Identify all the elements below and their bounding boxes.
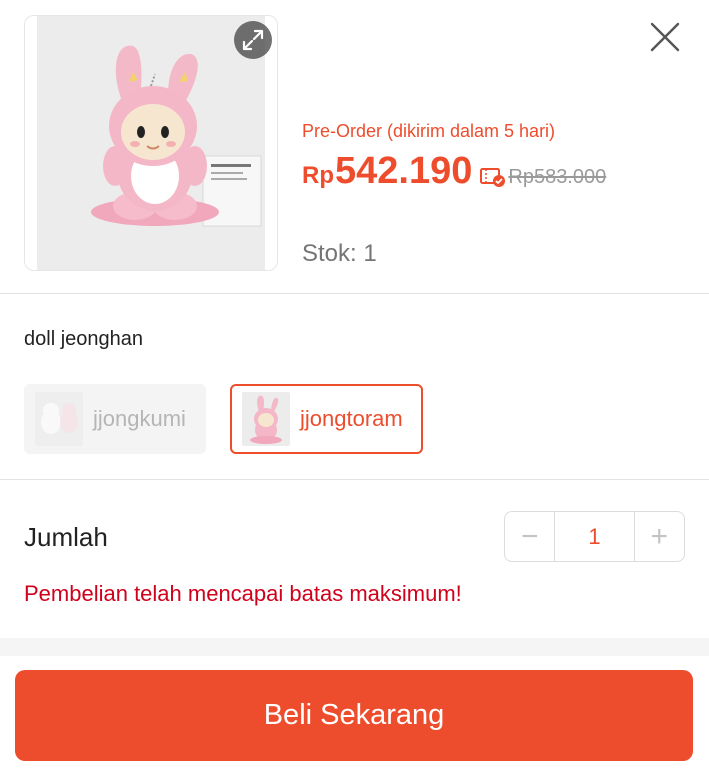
quantity-label: Jumlah — [24, 522, 108, 552]
buy-now-button[interactable]: Beli Sekarang — [15, 670, 693, 761]
preorder-note: Pre-Order (dikirim dalam 5 hari) — [302, 121, 556, 141]
option-thumbnail — [35, 392, 83, 446]
expand-icon — [242, 29, 264, 51]
plus-icon: + — [650, 519, 669, 553]
price-value: 542.190 — [335, 150, 473, 192]
decrease-button[interactable]: − — [505, 512, 554, 561]
close-icon — [650, 22, 680, 52]
plush-toy-photo — [25, 16, 277, 270]
variant-bottom-sheet: Pre-Order (dikirim dalam 5 hari) Rp 542.… — [0, 0, 709, 773]
original-price: Rp583.000 — [508, 166, 607, 188]
quantity-input[interactable]: 1 — [554, 512, 635, 561]
stock-count: Stok: 1 — [302, 240, 377, 267]
option-jjongkumi[interactable]: jjongkumi — [24, 384, 206, 454]
product-image[interactable] — [24, 15, 278, 271]
option-label: jjongtoram — [300, 406, 403, 431]
option-label: jjongkumi — [93, 406, 186, 431]
price-currency: Rp — [302, 162, 334, 189]
divider — [0, 479, 709, 480]
close-button[interactable] — [646, 18, 684, 56]
option-thumbnail — [242, 392, 290, 446]
voucher-check-icon — [480, 168, 506, 187]
minus-icon: − — [520, 519, 539, 553]
variation-title: doll jeonghan — [24, 328, 143, 350]
section-separator — [0, 638, 709, 656]
expand-image-button[interactable] — [234, 21, 272, 59]
increase-button[interactable]: + — [635, 512, 684, 561]
divider — [0, 293, 709, 294]
purchase-limit-message: Pembelian telah mencapai batas maksimum! — [24, 581, 462, 606]
price-row: Rp 542.190 Rp583.000 — [302, 150, 606, 200]
option-jjongtoram[interactable]: jjongtoram — [230, 384, 423, 454]
quantity-stepper: − 1 + — [504, 511, 685, 562]
